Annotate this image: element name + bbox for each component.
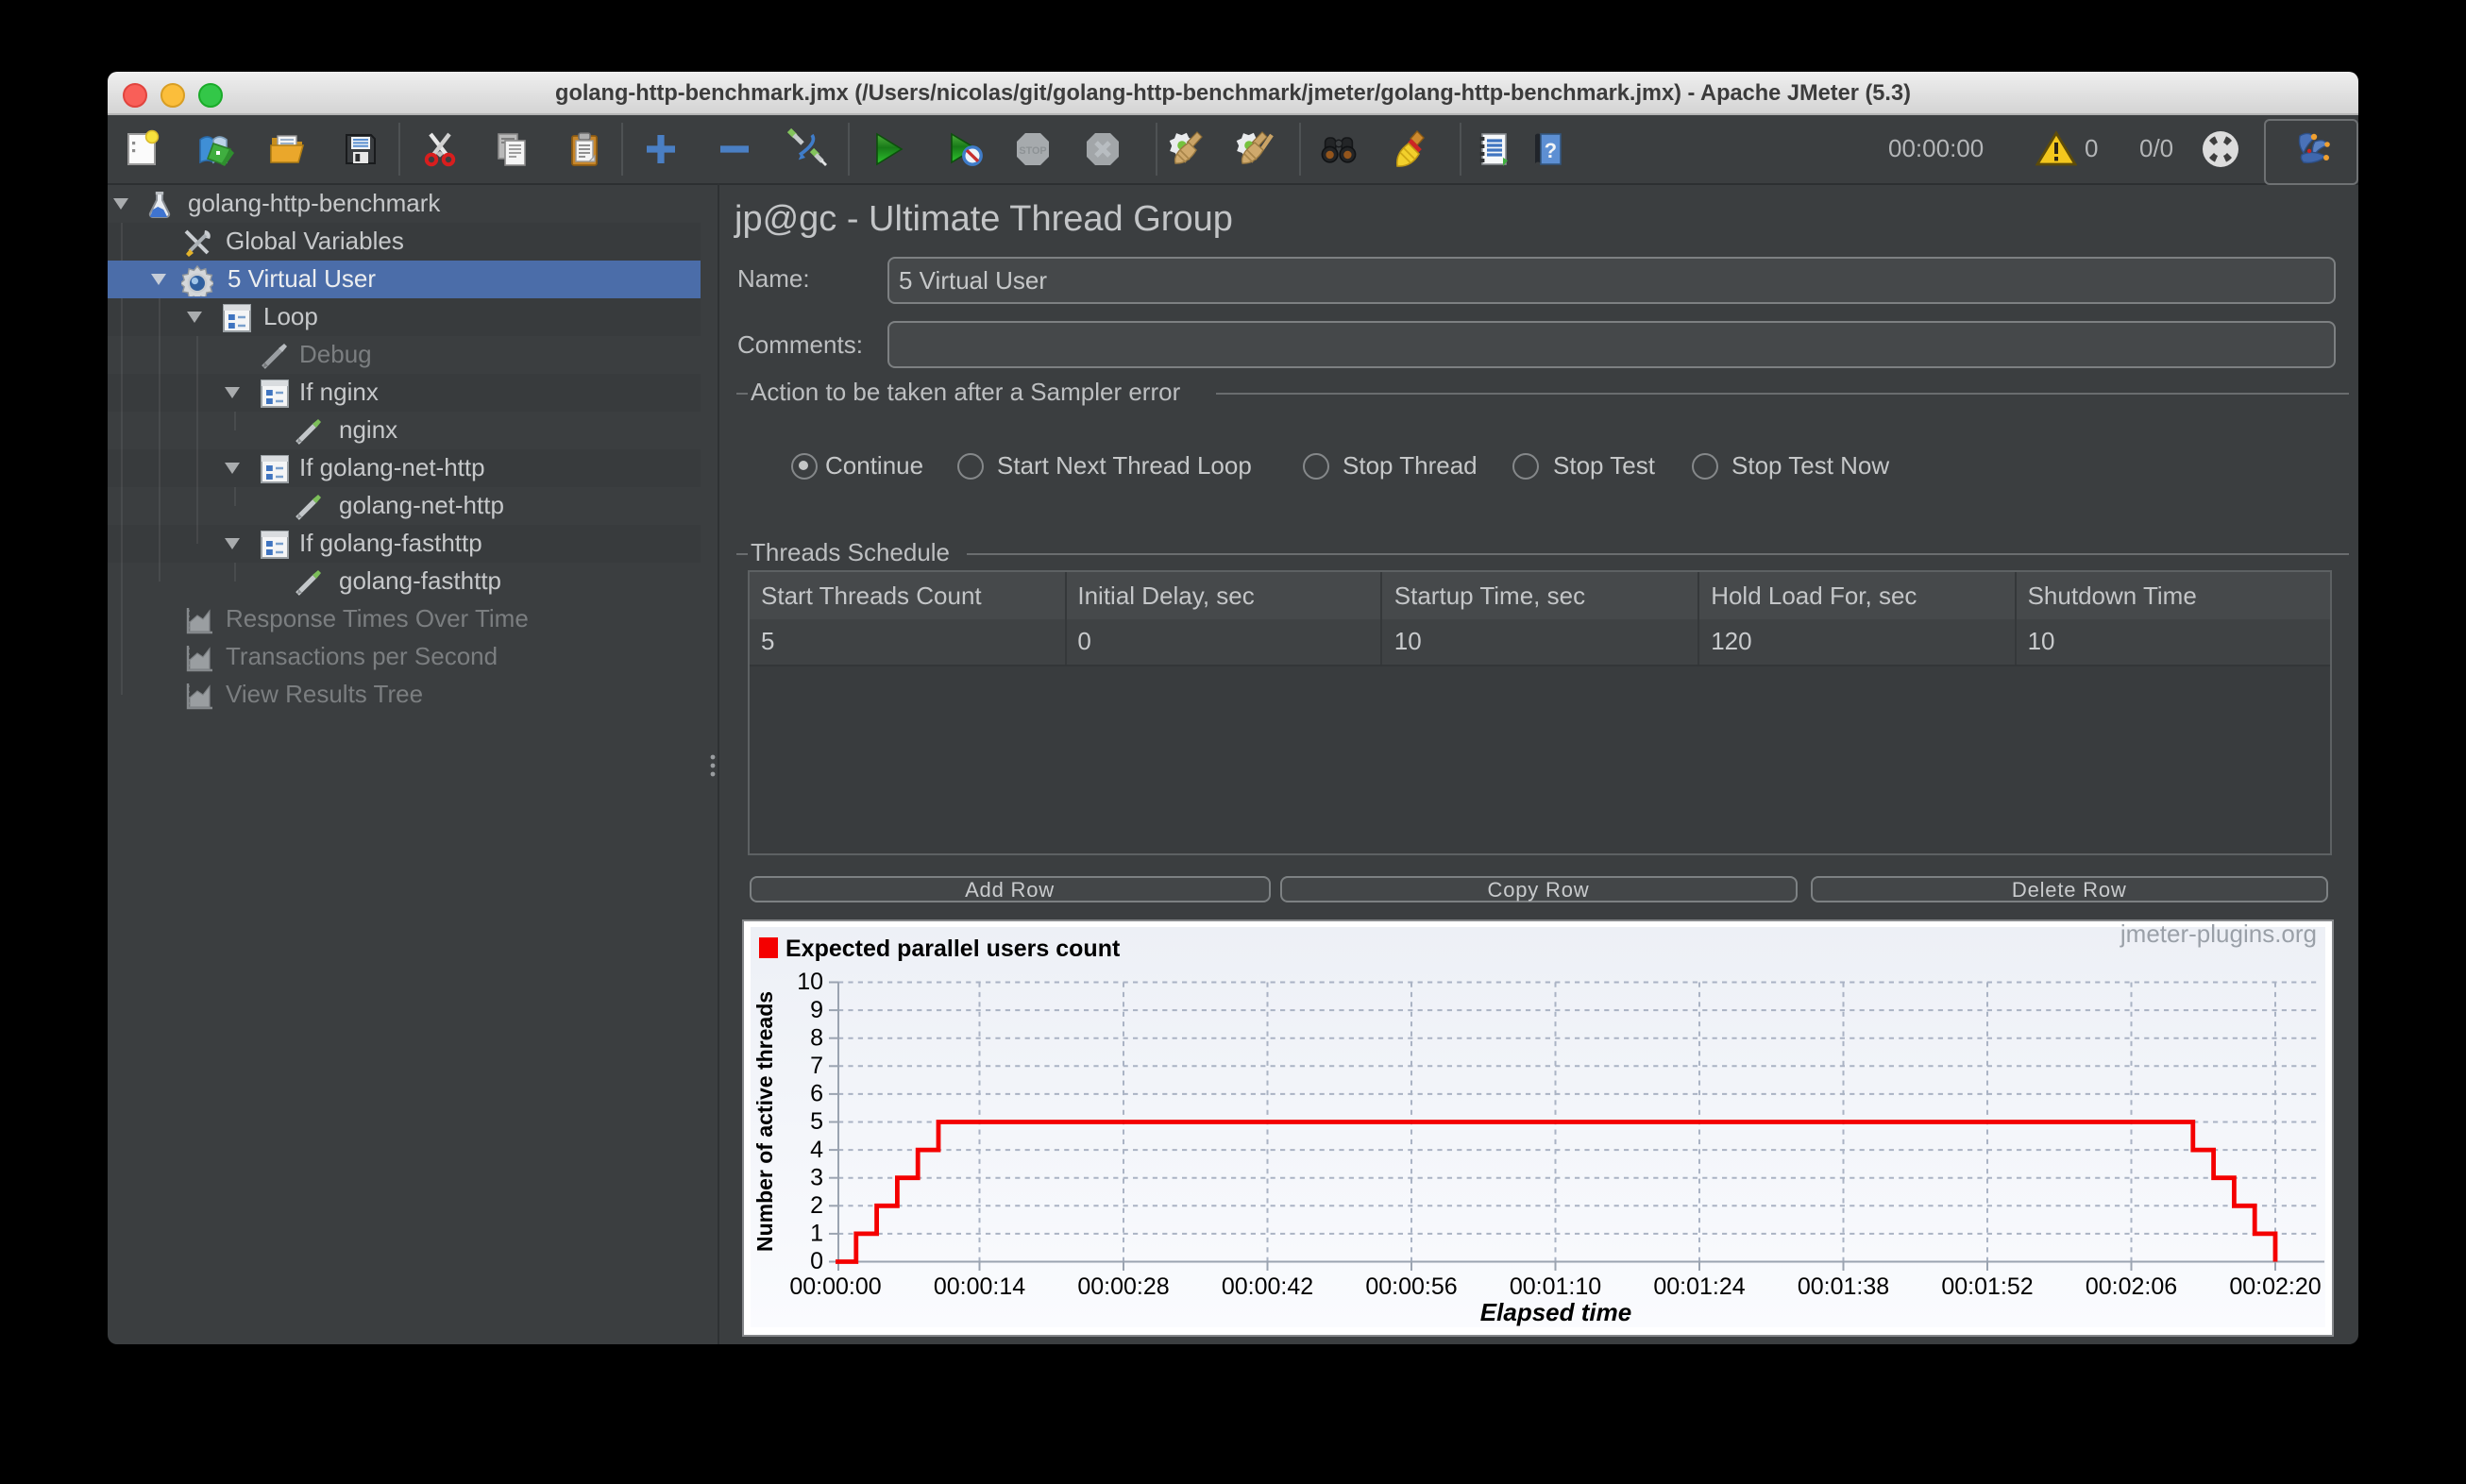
svg-text:STOP: STOP [1019,145,1046,157]
svg-text:00:02:06: 00:02:06 [2086,1273,2177,1300]
svg-text:00:01:38: 00:01:38 [1798,1273,1889,1300]
svg-text:Number of active threads: Number of active threads [752,991,777,1252]
svg-text:3: 3 [810,1164,823,1190]
svg-text:00:00:00: 00:00:00 [789,1273,881,1300]
svg-text:00:01:52: 00:01:52 [1941,1273,2033,1300]
svg-text:1: 1 [810,1221,823,1247]
svg-text:8: 8 [810,1024,823,1051]
svg-text:00:00:42: 00:00:42 [1222,1273,1313,1300]
svg-text:jmeter-plugins.org: jmeter-plugins.org [2120,919,2317,948]
svg-text:5: 5 [810,1108,823,1135]
svg-text:Elapsed time: Elapsed time [1480,1298,1631,1326]
svg-text:?: ? [1544,139,1556,162]
svg-text:6: 6 [810,1081,823,1107]
svg-text:00:02:20: 00:02:20 [2229,1273,2321,1300]
svg-text:Expected parallel users count: Expected parallel users count [785,936,1121,962]
svg-text:0: 0 [810,1248,823,1274]
svg-text:9: 9 [810,997,823,1023]
svg-text:00:01:10: 00:01:10 [1510,1273,1601,1300]
svg-text:00:00:14: 00:00:14 [934,1273,1025,1300]
svg-text:4: 4 [810,1137,823,1163]
svg-text:7: 7 [810,1053,823,1079]
svg-text:00:00:56: 00:00:56 [1365,1273,1457,1300]
svg-text:00:01:24: 00:01:24 [1653,1273,1745,1300]
svg-text:00:00:28: 00:00:28 [1077,1273,1169,1300]
svg-text:10: 10 [797,969,823,995]
svg-text:2: 2 [810,1192,823,1219]
